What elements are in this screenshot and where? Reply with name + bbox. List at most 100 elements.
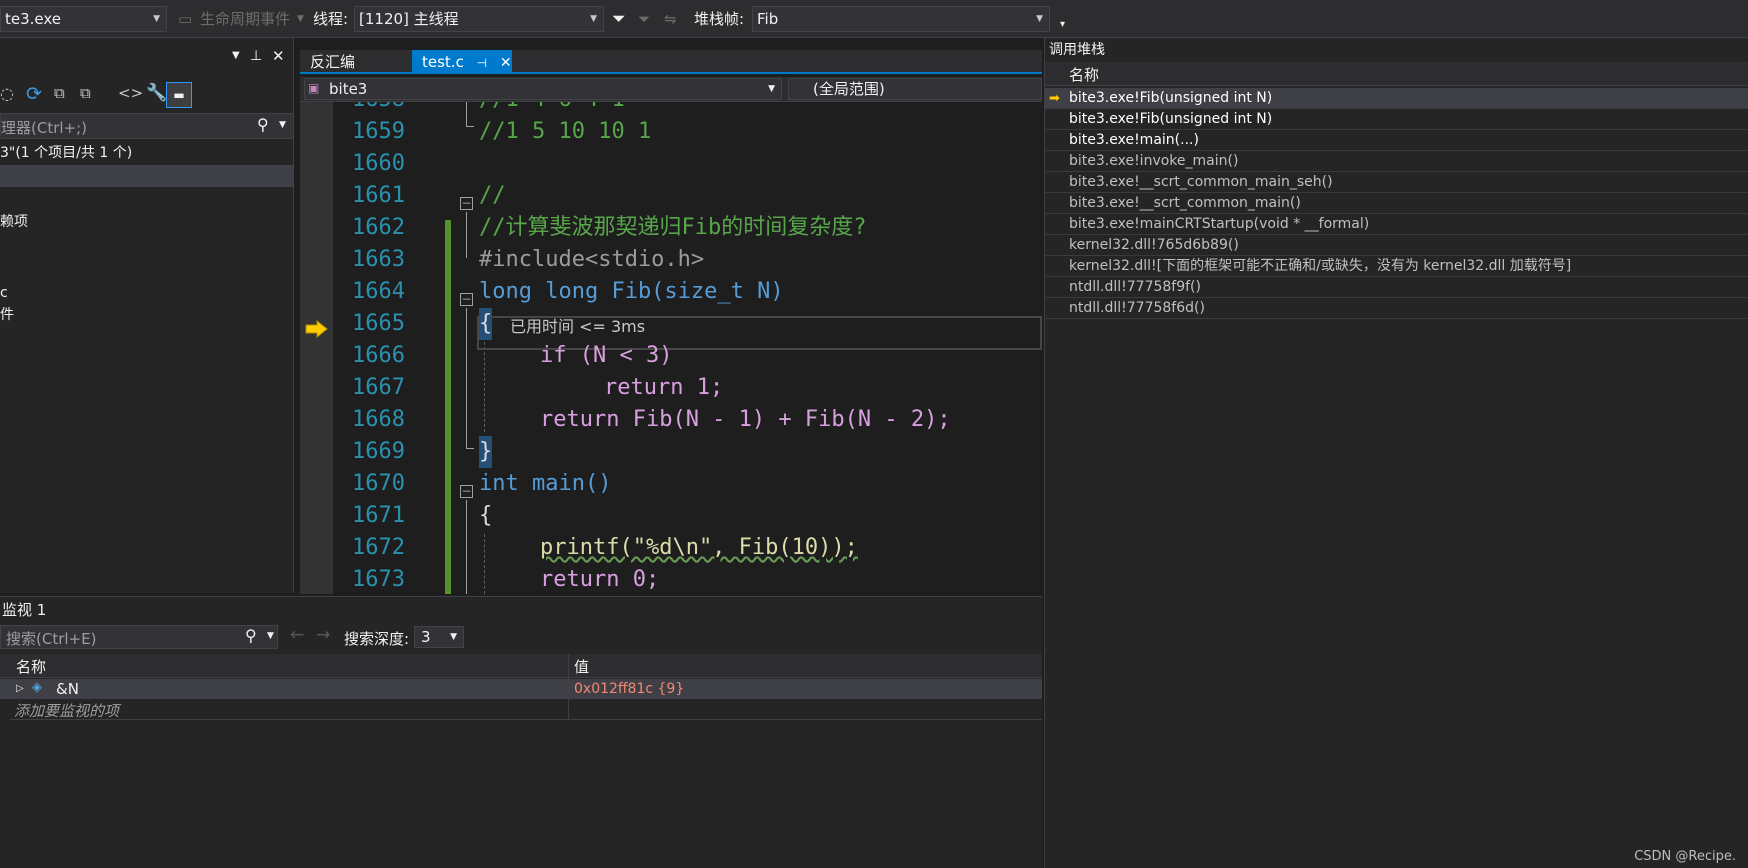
tree-item-label: 件 (0, 307, 14, 323)
frame-label: bite3.exe!__scrt_common_main() (1069, 195, 1301, 211)
search-icon[interactable]: ⚲ (257, 115, 269, 134)
call-stack-row[interactable]: bite3.exe!mainCRTStartup(void * __formal… (1045, 214, 1748, 235)
call-stack-row[interactable]: bite3.exe!__scrt_common_main() (1045, 193, 1748, 214)
line-number: 1673 (352, 567, 405, 592)
perf-tip[interactable]: 已用时间 <= 3ms (510, 316, 645, 338)
project-node-selected[interactable] (0, 165, 293, 187)
current-statement-arrow-icon (304, 319, 330, 339)
filter-clear-icon[interactable]: ⏷ (638, 6, 650, 32)
watch-search-placeholder: 搜索(Ctrl+E) (6, 630, 97, 648)
tab-test-c[interactable]: test.c ⊣ ✕ (412, 50, 512, 74)
watch-row[interactable]: ▷ ◈ &N 0x012ff81c {9} (0, 679, 1042, 699)
project-dropdown[interactable]: ▣ bite3 ▼ (304, 78, 782, 100)
frame-label: kernel32.dll![下面的框架可能不正确和/或缺失，没有为 kernel… (1069, 258, 1572, 274)
indent-guide (484, 342, 485, 432)
search-icon[interactable]: ⚲ (245, 626, 257, 645)
search-depth-label: 搜索深度: (344, 630, 410, 648)
column-value-header[interactable]: 值 (574, 656, 589, 677)
search-depth-combo[interactable]: 3 ▼ (414, 626, 464, 648)
back-arrow-icon[interactable]: ← (290, 625, 304, 645)
call-stack-row[interactable]: kernel32.dll!765d6b89() (1045, 235, 1748, 256)
tree-item-source[interactable]: c (0, 282, 8, 304)
fold-guide (466, 308, 467, 448)
line-number: 1668 (352, 407, 405, 432)
watch-row-value: 0x012ff81c {9} (574, 681, 685, 697)
code-view-icon[interactable]: <> (118, 84, 143, 102)
column-name-header[interactable]: 名称 (1069, 64, 1099, 85)
call-stack-row[interactable]: ➡ bite3.exe!Fib(unsigned int N) (1045, 88, 1748, 109)
project-name: bite3 (329, 80, 368, 98)
chevron-down-icon[interactable]: ▼ (279, 120, 286, 130)
watermark: CSDN @Recipe. (1634, 849, 1736, 864)
call-stack-row[interactable]: bite3.exe!main(...) (1045, 130, 1748, 151)
copy-icon[interactable]: ⧉ (80, 84, 91, 102)
collapse-icon[interactable]: − (460, 293, 473, 306)
frame-label: ntdll.dll!77758f6d() (1069, 300, 1205, 316)
line-number: 1670 (352, 471, 405, 496)
watch-row-name: &N (56, 680, 79, 698)
tab-disassembly[interactable]: 反汇编 (300, 50, 365, 74)
tree-item-files[interactable]: 件 (0, 304, 14, 326)
toolbar-overflow-icon[interactable]: ▾ (1060, 12, 1065, 38)
stack-frame-combo[interactable]: Fib ▼ (752, 6, 1050, 32)
call-stack-row[interactable]: bite3.exe!invoke_main() (1045, 151, 1748, 172)
chevron-down-icon[interactable]: ▼ (232, 50, 240, 61)
refresh-icon[interactable]: ⟳ (26, 83, 42, 105)
thread-combo[interactable]: [1120] 主线程 ▼ (354, 6, 604, 32)
process-combo[interactable]: te3.exe ▼ (0, 6, 167, 32)
filter-icon[interactable]: ⏷ (612, 6, 626, 32)
frame-label: bite3.exe!__scrt_common_main_seh() (1069, 174, 1333, 190)
call-stack-row[interactable]: bite3.exe!Fib(unsigned int N) (1045, 109, 1748, 130)
call-stack-row[interactable]: ntdll.dll!77758f9f() (1045, 277, 1748, 298)
column-name-header[interactable]: 名称 (16, 656, 46, 677)
line-number: 1664 (352, 279, 405, 304)
frame-label: bite3.exe!mainCRTStartup(void * __formal… (1069, 216, 1370, 232)
pin-icon[interactable]: ⊥ (250, 48, 262, 64)
code-line: long long Fib(size_t N) (479, 279, 784, 304)
code-line: #include<stdio.h> (479, 247, 705, 272)
pin-icon[interactable]: ⊣ (477, 56, 487, 70)
call-stack-row[interactable]: ntdll.dll!77758f6d() (1045, 298, 1748, 319)
chevron-down-icon: ▼ (153, 14, 160, 24)
preview-toggle-icon[interactable]: ▬ (166, 82, 192, 108)
project-icon: ▣ (308, 81, 320, 95)
close-icon[interactable]: ✕ (272, 47, 285, 65)
collapse-icon[interactable]: − (460, 485, 473, 498)
call-stack-row[interactable]: bite3.exe!__scrt_common_main_seh() (1045, 172, 1748, 193)
code-editor[interactable]: 1658 1659 1660 1661 1662 1663 1664 1665 … (300, 102, 1042, 594)
tree-item-dependencies[interactable]: 赖项 (0, 211, 28, 233)
line-number: 1661 (352, 183, 405, 208)
call-stack-row[interactable]: kernel32.dll![下面的框架可能不正确和/或缺失，没有为 kernel… (1045, 256, 1748, 277)
tab-underline (300, 72, 1042, 74)
home-icon[interactable]: ◌ (0, 84, 14, 103)
code-line: //1 5 10 10 1 (479, 119, 652, 144)
breakpoint-gutter[interactable] (300, 102, 333, 594)
call-stack-panel: 调用堆栈 名称 ➡ bite3.exe!Fib(unsigned int N) … (1044, 38, 1748, 868)
collapse-icon[interactable]: − (460, 197, 473, 210)
navigation-bar: ▣ bite3 ▼ (全局范围) (300, 77, 1042, 102)
line-number: 1658 (340, 102, 405, 116)
flag-threads-icon[interactable]: ⇋ (664, 6, 677, 32)
collapse-all-icon[interactable]: ⧉ (54, 84, 65, 102)
indent-guide (484, 534, 485, 594)
tree-item-label: c (0, 285, 8, 301)
forward-arrow-icon[interactable]: → (316, 625, 330, 645)
frame-label: ntdll.dll!77758f9f() (1069, 279, 1201, 295)
expand-icon[interactable]: ▷ (16, 679, 24, 699)
solution-node[interactable]: 3"(1 个项目/共 1 个) (0, 142, 293, 164)
line-number: 1672 (352, 535, 405, 560)
explorer-search-box[interactable]: 理器(Ctrl+;) ⚲ ▼ (0, 113, 293, 139)
scope-dropdown[interactable]: (全局范围) (788, 78, 1042, 100)
watch-search-box[interactable]: 搜索(Ctrl+E) ⚲ ▼ (0, 625, 278, 649)
close-icon[interactable]: ✕ (500, 55, 512, 71)
code-line: return Fib(N - 1) + Fib(N - 2); (540, 407, 951, 432)
lifecycle-events-button[interactable]: 生命周期事件 (200, 6, 290, 32)
chevron-down-icon: ▼ (768, 84, 775, 94)
properties-icon[interactable]: 🔧 (146, 83, 167, 103)
add-watch-row[interactable]: 添加要监视的项 (10, 699, 1042, 720)
code-line: // (479, 183, 506, 208)
process-value: te3.exe (5, 10, 62, 28)
chevron-down-icon[interactable]: ▼ (267, 631, 274, 641)
frame-label: bite3.exe!Fib(unsigned int N) (1069, 90, 1273, 106)
fold-guide (466, 126, 474, 127)
